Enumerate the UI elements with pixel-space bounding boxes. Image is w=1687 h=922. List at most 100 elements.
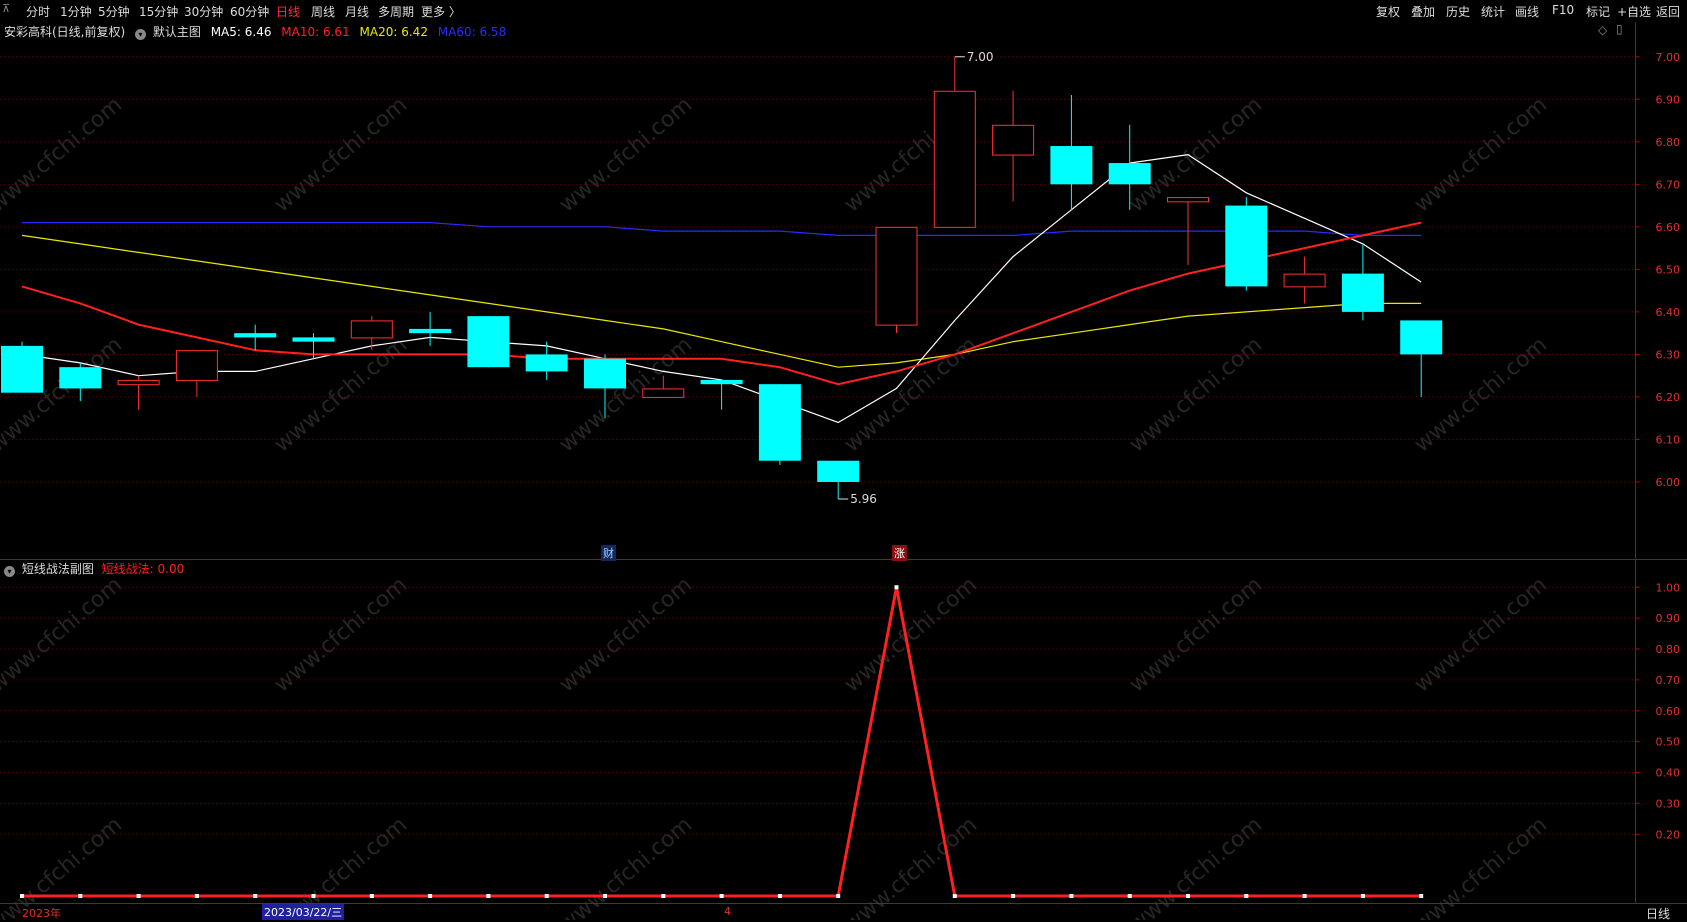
finance-marker[interactable]: 财: [601, 545, 616, 561]
candle-body-6: [350, 320, 393, 339]
watermark-2-5: www.cfchi.com: [1410, 572, 1552, 697]
period-tab-8[interactable]: 月线: [345, 3, 369, 20]
grid-lines: [0, 56, 1635, 835]
sub-indicator-point-6: [369, 894, 374, 898]
main-template-name[interactable]: 默认主图: [153, 25, 201, 39]
sub-tick-label-5: 0.50: [1656, 736, 1681, 749]
main-tick-label-8: 6.20: [1656, 391, 1681, 404]
sub-indicator-point-2: [136, 894, 141, 898]
sub-indicator-point-24: [1419, 894, 1424, 898]
candle-body-7: [409, 328, 452, 334]
diamond-icon[interactable]: ◇: [1598, 23, 1607, 37]
ma20-label: MA20: 6.42: [359, 25, 428, 39]
period-tab-4[interactable]: 30分钟: [184, 3, 223, 20]
sub-tick-label-2: 0.80: [1656, 643, 1681, 656]
sub-indicator-point-19: [1127, 894, 1132, 898]
year-label: 2023年: [22, 907, 61, 920]
watermark-1-1: www.cfchi.com: [270, 332, 412, 457]
main-tick-label-5: 6.50: [1656, 263, 1681, 276]
period-tab-6[interactable]: 日线: [276, 3, 300, 20]
price-axis-labels: 7.00 6.90 6.80 6.70 6.60 6.50 6.40 6.30 6.20 6.10…: [1635, 51, 1680, 841]
candle-body-12: [700, 379, 743, 385]
watermark-0-5: www.cfchi.com: [1410, 92, 1552, 217]
window-icon[interactable]: ⊼: [2, 2, 10, 15]
sub-indicator-point-21: [1244, 894, 1249, 898]
annotation-label-1: 5.96: [850, 492, 877, 506]
candle-body-8: [467, 316, 510, 368]
period-tab-1[interactable]: 1分钟: [60, 3, 92, 20]
limit-up-marker[interactable]: 涨: [892, 545, 907, 561]
ma10-label: MA10: 6.61: [281, 25, 350, 39]
toolbar-button-7[interactable]: +自选: [1617, 3, 1651, 20]
sub-tick-label-7: 0.30: [1656, 797, 1681, 810]
candle-24: [1400, 320, 1443, 397]
sub-indicator-point-5: [311, 894, 316, 898]
period-tab-5[interactable]: 60分钟: [230, 3, 269, 20]
period-tab-9[interactable]: 多周期: [378, 3, 414, 20]
candle-12: [700, 379, 743, 410]
toolbar-button-3[interactable]: 统计: [1481, 3, 1505, 20]
main-tick-label-6: 6.40: [1656, 306, 1681, 319]
sub-tick-label-4: 0.60: [1656, 705, 1681, 718]
toolbar-button-6[interactable]: 标记: [1586, 3, 1610, 20]
candle-body-1: [59, 367, 102, 389]
candle-7: [409, 311, 452, 346]
sub-indicator-point-20: [1186, 894, 1190, 898]
candle-body-14: [817, 460, 860, 482]
template-dropdown-icon[interactable]: ▾: [135, 29, 147, 40]
sub-tick-label-1: 0.90: [1656, 612, 1681, 625]
watermark-1-4: www.cfchi.com: [1125, 332, 1267, 457]
watermark-2-3: www.cfchi.com: [840, 572, 982, 697]
toolbar-button-2[interactable]: 历史: [1446, 3, 1470, 20]
sub-tick-label-3: 0.70: [1656, 674, 1681, 687]
ma60-label: MA60: 6.58: [437, 25, 507, 39]
stock-title[interactable]: 安彩高科(日线,前复权): [4, 25, 125, 39]
period-tab-7[interactable]: 周线: [311, 3, 335, 20]
sub-indicator-point-10: [603, 894, 607, 898]
watermark-0-0: www.cfchi.com: [0, 92, 127, 217]
kline-chart[interactable]: www.cfchi.com www.cfchi.com www.cfchi.com w…: [0, 0, 1687, 920]
main-chart-header: 安彩高科(日线,前复权) ▾ 默认主图 MA5: 6.46 MA10: 6.61…: [4, 23, 506, 40]
toolbar-button-8[interactable]: 返回: [1656, 3, 1680, 20]
sub-indicator-point-13: [777, 894, 782, 898]
candle-body-20: [1167, 197, 1209, 203]
toolbar-button-5[interactable]: F10: [1552, 3, 1574, 17]
candle-body-11: [642, 388, 685, 398]
cursor-date-label: 2023/03/22/三: [262, 904, 345, 920]
main-tick-label-2: 6.80: [1656, 136, 1681, 149]
sub-chart-title[interactable]: 短线战法副图: [22, 562, 94, 576]
watermark-0-1: www.cfchi.com: [270, 92, 412, 217]
period-tab-10[interactable]: 更多 〉: [421, 3, 461, 20]
toolbar-button-0[interactable]: 复权: [1376, 3, 1400, 20]
main-tick-label-7: 6.30: [1656, 348, 1681, 361]
sub-indicator-point-4: [253, 894, 258, 898]
candle-18: [1050, 95, 1093, 210]
month-label: 4: [724, 905, 731, 918]
candle-body-5: [292, 337, 335, 342]
toolbar-button-4[interactable]: 画线: [1515, 3, 1539, 20]
sub-chart-header: ▾ 短线战法副图 短线战法: 0.00: [4, 560, 184, 577]
main-tick-label-4: 6.60: [1656, 221, 1681, 234]
candle-body-17: [992, 124, 1035, 156]
sub-tick-label-6: 0.40: [1656, 767, 1681, 780]
candle-16: [933, 56, 976, 228]
period-tab-3[interactable]: 15分钟: [139, 3, 178, 20]
period-toolbar: ⊼ 分时 1分钟 5分钟 15分钟 30分钟 60分钟 日线 周线 月线 多周期 更多 〉 复权 叠加历…: [0, 0, 1687, 22]
sub-dropdown-icon[interactable]: ▾: [4, 566, 15, 577]
toolbar-button-1[interactable]: 叠加: [1411, 3, 1435, 20]
period-label[interactable]: 日线: [1646, 905, 1670, 922]
candle-15: [875, 226, 918, 334]
candle-body-0: [1, 345, 43, 393]
period-tab-2[interactable]: 5分钟: [98, 3, 130, 20]
panel-toggle-icon[interactable]: ▯: [1616, 22, 1623, 36]
candle-body-18: [1050, 146, 1093, 185]
line-MA60: [22, 222, 1422, 236]
sub-indicator-point-0: [20, 894, 24, 898]
candle-body-10: [584, 358, 626, 389]
candle-body-2: [117, 379, 160, 386]
watermark-layer: www.cfchi.com www.cfchi.com www.cfchi.com w…: [0, 92, 1552, 920]
candle-body-15: [875, 226, 918, 326]
ma5-label: MA5: 6.46: [210, 25, 272, 39]
period-tab-0[interactable]: 分时: [26, 3, 50, 20]
candle-0: [1, 341, 43, 393]
